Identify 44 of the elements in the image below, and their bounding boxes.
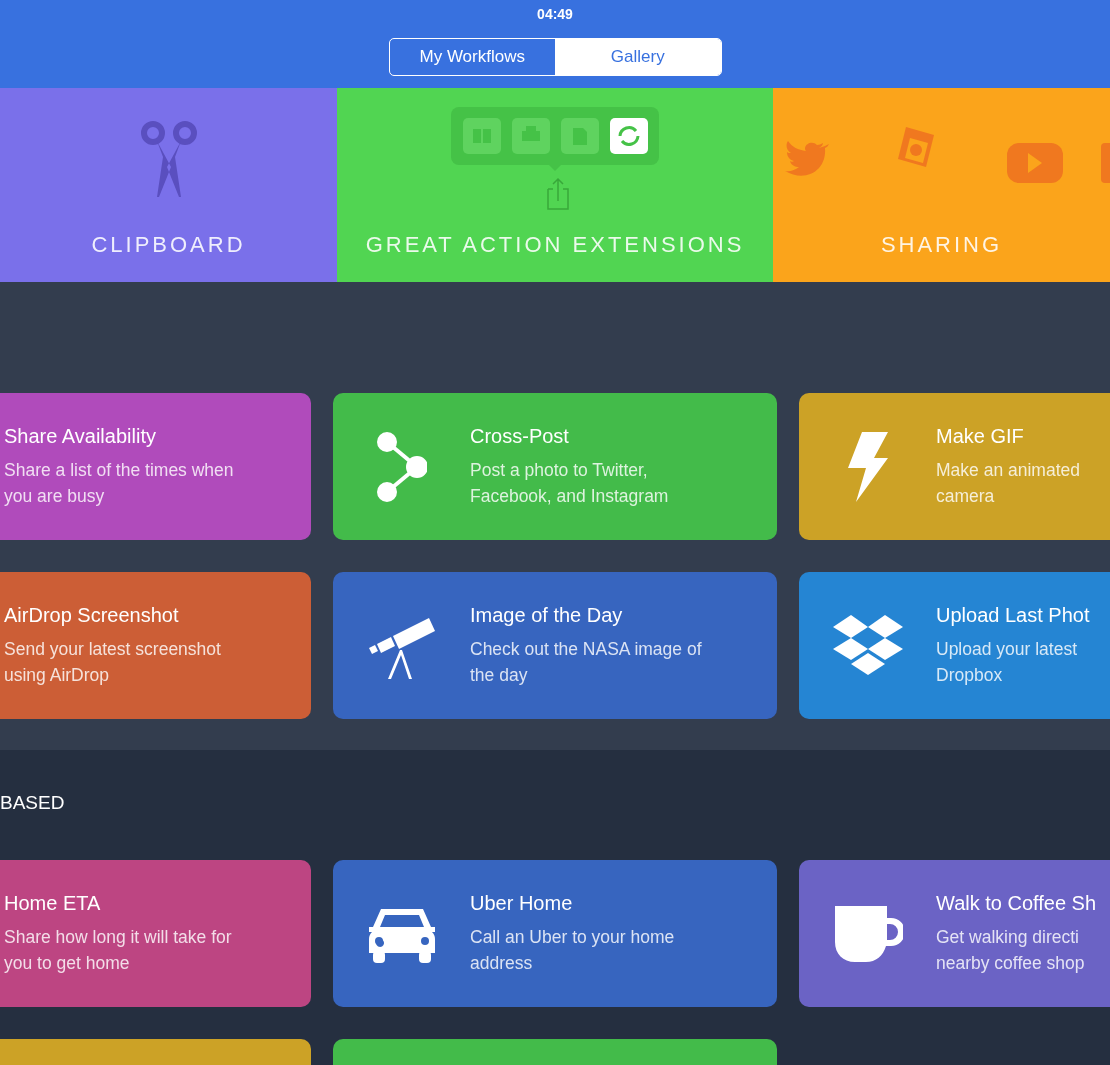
workflow-card[interactable]: Home ETA Share how long it will take for you to get home <box>0 860 311 1007</box>
banner-label: CLIPBOARD <box>91 231 246 259</box>
description-line: the day <box>470 664 528 687</box>
segment-tab[interactable]: Gallery <box>555 39 721 75</box>
workflow-card[interactable]: AirDrop Screenshot Send your latest screenshot using AirDrop <box>0 572 311 719</box>
workflow-title: Upload Last Phot <box>936 603 1090 628</box>
description-line: Call an Uber to your home <box>470 926 675 949</box>
workflow-card[interactable]: Cross-Post Post a photo to Twitter, Facebook, and Instagram <box>333 393 777 540</box>
description-line: address <box>470 952 533 975</box>
workflow-title: Uber Home <box>470 891 573 916</box>
description-line: camera <box>936 485 995 508</box>
description-line: Dropbox <box>936 664 1003 687</box>
segment-tab[interactable]: My Workflows <box>389 39 555 75</box>
description-line: using AirDrop <box>4 664 110 687</box>
workflow-card[interactable]: Make GIF Make an animated camera <box>799 393 1110 540</box>
description-line: you are busy <box>4 485 105 508</box>
description-line: Get walking directi <box>936 926 1079 949</box>
description-line: Facebook, and Instagram <box>470 485 669 508</box>
workflow-title: Cross-Post <box>470 424 569 449</box>
workflow-title: Home ETA <box>4 891 101 916</box>
workflow-card[interactable]: Upload Last Phot Upload your latest Dropbox <box>799 572 1110 719</box>
banner-label: SHARING <box>880 231 1003 259</box>
description-line: Check out the NASA image of <box>470 638 702 661</box>
workflow-title: Image of the Day <box>470 603 623 628</box>
workflow-card[interactable]: Share Availability Share a list of the times when you are busy <box>0 393 311 540</box>
workflow-title: Make GIF <box>936 424 1024 449</box>
description-line: nearby coffee shop <box>936 952 1085 975</box>
description-line: Share a list of the times when <box>4 459 234 482</box>
status-time: 04:49 <box>537 6 573 23</box>
description-line: Share how long it will take for <box>4 926 232 949</box>
category-banner[interactable]: CLIPBOARD <box>0 88 337 282</box>
description-line: Make an animated <box>936 459 1080 482</box>
workflow-card[interactable]: Walk to Coffee Sh Get walking directi nearby coffee shop <box>799 860 1110 1007</box>
description-line: Upload your latest <box>936 638 1078 661</box>
workflow-title: AirDrop Screenshot <box>4 603 179 628</box>
section-title: BASED <box>0 791 66 815</box>
banner-label: GREAT ACTION EXTENSIONS <box>365 231 745 259</box>
workflow-card[interactable]: Image of the Day Check out the NASA image of the day <box>333 572 777 719</box>
workflow-title: Share Availability <box>4 424 156 449</box>
workflow-card[interactable]: Uber Home Call an Uber to your home address <box>333 860 777 1007</box>
description-line: you to get home <box>4 952 130 975</box>
description-line: Send your latest screenshot <box>4 638 221 661</box>
description-line: Post a photo to Twitter, <box>470 459 648 482</box>
workflow-title: Walk to Coffee Sh <box>936 891 1097 916</box>
